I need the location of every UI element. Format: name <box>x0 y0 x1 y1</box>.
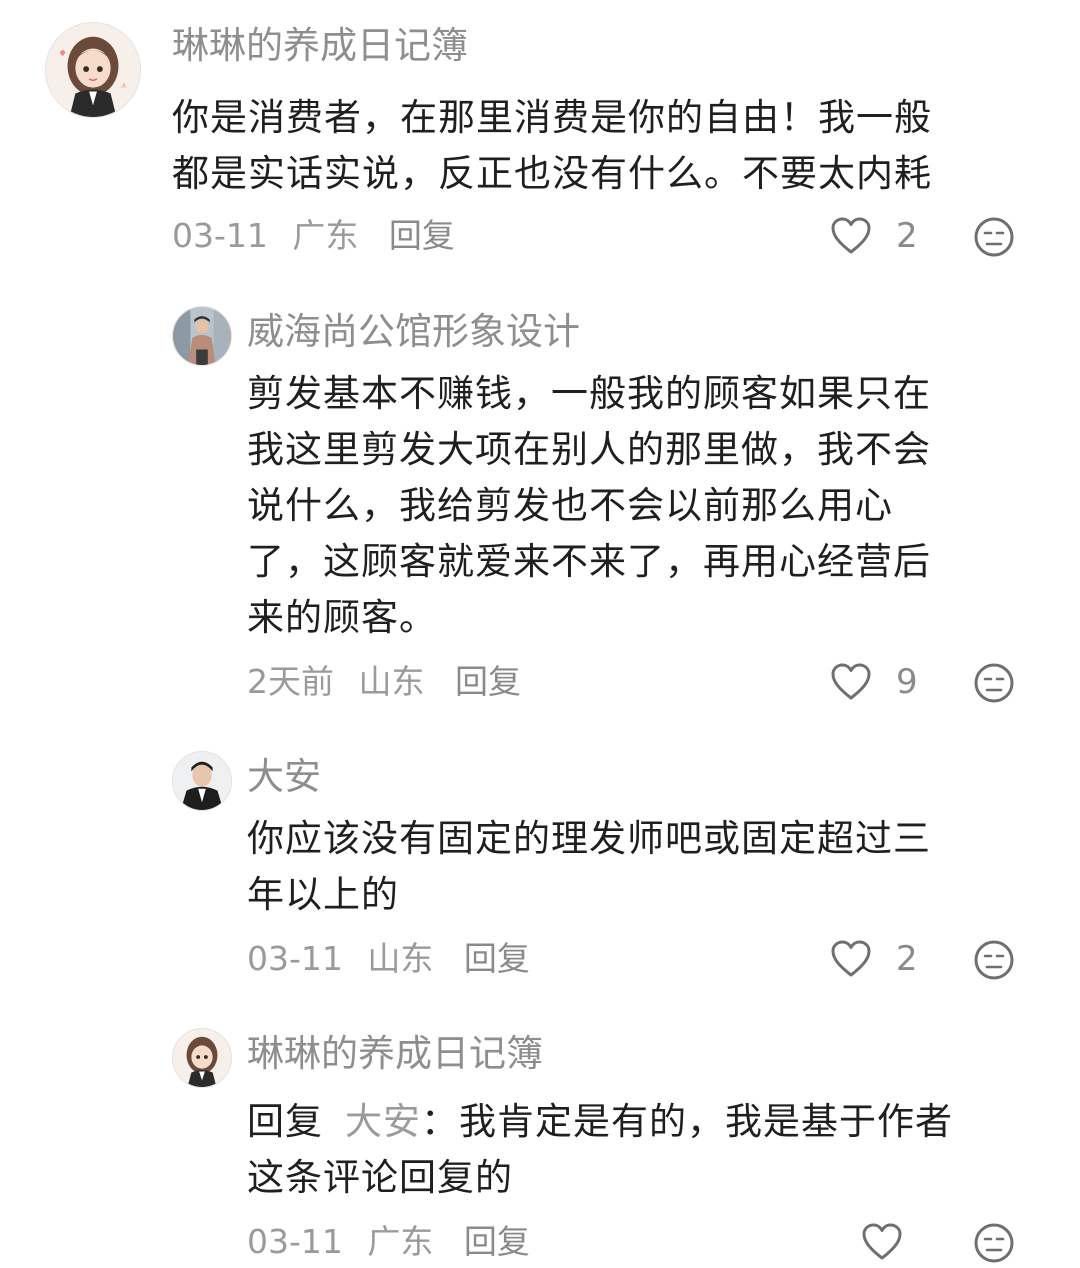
heart-outline-icon <box>831 940 871 977</box>
dislike-button[interactable] <box>973 662 1015 704</box>
meh-face-icon <box>974 1223 1014 1263</box>
comment-text: 剪发基本不赚钱，一般我的顾客如果只在 我这里剪发大项在别人的那里做，我不会 说什… <box>247 366 1037 646</box>
comment-date: 2天前 <box>247 662 334 701</box>
comment-text-line: 我这里剪发大项在别人的那里做，我不会 <box>247 428 931 471</box>
reply-button[interactable]: 回复 <box>464 1222 530 1261</box>
comment-text-line: 了，这顾客就爱来不来了，再用心经营后 <box>247 540 931 583</box>
comment-text-line: 年以上的 <box>247 873 399 916</box>
avatar[interactable] <box>172 751 232 811</box>
avatar[interactable] <box>45 22 141 118</box>
dislike-button[interactable] <box>973 939 1015 981</box>
like-button[interactable]: 2 <box>830 214 918 258</box>
heart-outline-icon <box>862 1223 902 1260</box>
comment-item: 琳琳的养成日记簿 回复 大安：我肯定是有的，我是基于作者 这条评论回复的 03-1… <box>0 1012 1080 1268</box>
comment-text: 回复 大安：我肯定是有的，我是基于作者 这条评论回复的 <box>247 1094 1047 1206</box>
girl-avatar-icon <box>46 23 140 117</box>
comment-item: 琳琳的养成日记簿 你是消费者，在那里消费是你的自由！我一般 都是实话实说，反正也… <box>0 0 1080 280</box>
comment-text-line: 你应该没有固定的理发师吧或固定超过三 <box>247 817 931 860</box>
man-suit-avatar-icon <box>173 752 231 810</box>
comment-username[interactable]: 琳琳的养成日记簿 <box>172 22 468 70</box>
comment-text-line: 你是消费者，在那里消费是你的自由！我一般 <box>172 96 932 139</box>
comment-text-line: 剪发基本不赚钱，一般我的顾客如果只在 <box>247 372 931 415</box>
comment-location: 山东 <box>367 939 434 978</box>
heart-outline-icon <box>831 217 871 254</box>
avatar[interactable] <box>172 306 232 366</box>
comment-username[interactable]: 大安 <box>247 753 321 801</box>
comment-item: 大安 你应该没有固定的理发师吧或固定超过三 年以上的 03-11 山东 回复 2 <box>0 735 1080 995</box>
comment-text-line: 说什么，我给剪发也不会以前那么用心 <box>247 484 893 527</box>
meh-face-icon <box>974 940 1014 980</box>
comment-date: 03-11 <box>172 216 268 255</box>
comment-text: 你是消费者，在那里消费是你的自由！我一般 都是实话实说，反正也没有什么。不要太内… <box>172 90 1032 202</box>
meh-face-icon <box>974 217 1014 257</box>
man-photo-avatar-icon <box>173 307 231 365</box>
dislike-button[interactable] <box>973 216 1015 258</box>
comment-text-line: 回复 大安：我肯定是有的，我是基于作者 <box>247 1094 1047 1150</box>
comment-text-line: 这条评论回复的 <box>247 1156 513 1199</box>
reply-button[interactable]: 回复 <box>455 662 521 701</box>
comment-item: 威海尚公馆形象设计 剪发基本不赚钱，一般我的顾客如果只在 我这里剪发大项在别人的… <box>0 290 1080 710</box>
comment-location: 广东 <box>367 1222 434 1261</box>
like-button[interactable]: 2 <box>830 937 918 981</box>
comment-meta: 2天前 山东 回复 <box>247 660 535 704</box>
reply-prefix: 回复 <box>247 1100 323 1143</box>
meh-face-icon <box>974 663 1014 703</box>
comment-text: 你应该没有固定的理发师吧或固定超过三 年以上的 <box>247 811 1037 923</box>
like-count: 2 <box>896 216 918 256</box>
avatar[interactable] <box>172 1028 232 1088</box>
comment-meta: 03-11 山东 回复 <box>247 937 544 981</box>
dislike-button[interactable] <box>973 1222 1015 1264</box>
comment-username[interactable]: 琳琳的养成日记簿 <box>247 1030 543 1078</box>
reply-button[interactable]: 回复 <box>389 216 455 255</box>
comment-location: 广东 <box>292 216 359 255</box>
reply-button[interactable]: 回复 <box>464 939 530 978</box>
like-count: 2 <box>896 939 918 979</box>
like-count: 9 <box>896 662 918 702</box>
girl-avatar-icon <box>173 1029 231 1087</box>
comment-meta: 03-11 广东 回复 <box>172 214 469 258</box>
comment-text-line: 都是实话实说，反正也没有什么。不要太内耗 <box>172 152 932 195</box>
heart-outline-icon <box>831 663 871 700</box>
comment-text-segment: ：我肯定是有的，我是基于作者 <box>421 1100 953 1143</box>
comment-text-line: 来的顾客。 <box>247 596 437 639</box>
comment-username[interactable]: 威海尚公馆形象设计 <box>247 308 580 356</box>
comment-meta: 03-11 广东 回复 <box>247 1220 544 1264</box>
comment-location: 山东 <box>358 662 425 701</box>
comment-date: 03-11 <box>247 1222 343 1261</box>
comment-date: 03-11 <box>247 939 343 978</box>
reply-target-username[interactable]: 大安 <box>345 1100 421 1143</box>
like-button[interactable]: 9 <box>830 660 918 704</box>
like-button[interactable] <box>861 1220 903 1264</box>
